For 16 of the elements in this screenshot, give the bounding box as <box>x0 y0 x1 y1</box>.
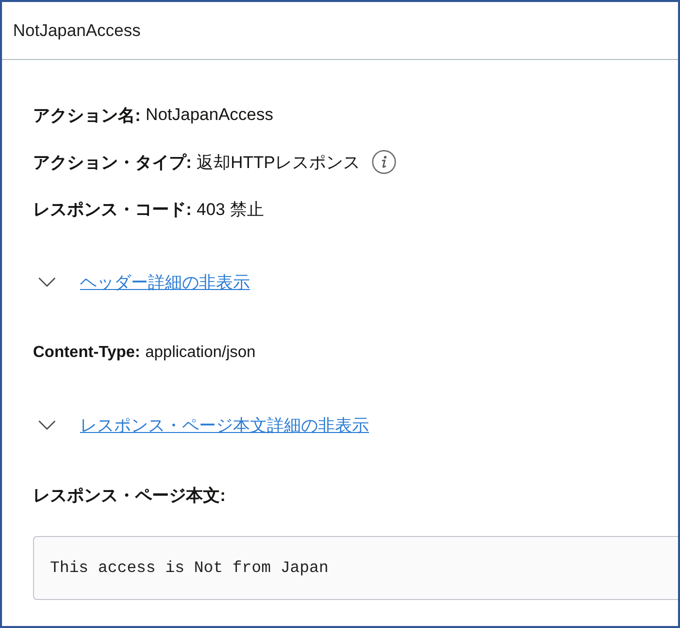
field-value: 返却HTTPレスポンス <box>196 152 360 174</box>
chevron-icon[interactable] <box>38 420 56 430</box>
field-label: Content-Type: <box>33 344 140 362</box>
toggle-link[interactable]: レスポンス・ページ本文詳細の非表示 <box>80 414 369 436</box>
field-label: レスポンス・コード: <box>33 198 192 220</box>
chevron-icon[interactable] <box>38 277 56 287</box>
body-label: レスポンス・ページ本文: <box>33 485 226 507</box>
toggle-link[interactable]: ヘッダー詳細の非表示 <box>80 270 250 294</box>
field-value: application/json <box>145 344 256 362</box>
field-value: NotJapanAccess <box>146 105 274 125</box>
info-icon[interactable] <box>372 150 396 174</box>
panel-title: NotJapanAccess <box>13 20 141 40</box>
field-label: アクション・タイプ: <box>33 152 192 174</box>
response-body-code: This access is Not from Japan <box>33 536 678 600</box>
field-label: アクション名: <box>33 104 141 126</box>
field-value: 403 禁止 <box>196 198 264 220</box>
